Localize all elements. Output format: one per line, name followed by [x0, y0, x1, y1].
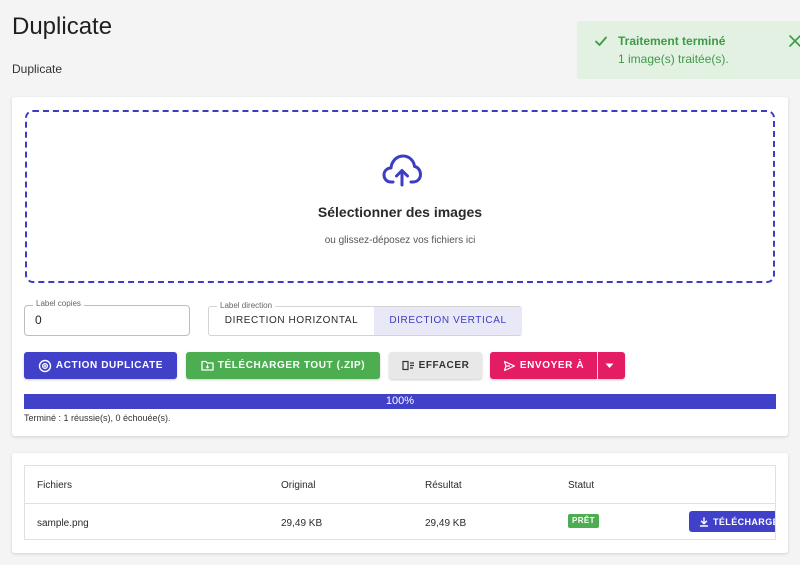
success-toast: Traitement terminé 1 image(s) traitée(s)…: [577, 21, 800, 79]
send-icon: [503, 360, 515, 371]
clear-list-icon: [401, 360, 414, 371]
image-dropzone[interactable]: Sélectionner des images ou glissez-dépos…: [25, 110, 775, 283]
toast-title: Traitement terminé: [618, 34, 726, 48]
send-to-dropdown-button[interactable]: [598, 352, 625, 379]
clear-button[interactable]: EFFACER: [389, 352, 482, 379]
status-summary: Terminé : 1 réussie(s), 0 échouée(s).: [24, 413, 171, 423]
plus-circle-icon: [38, 359, 52, 372]
caret-down-icon: [605, 363, 614, 368]
column-header-status: Statut: [568, 480, 595, 491]
column-header-result: Résultat: [425, 480, 462, 491]
download-file-label: TÉLÉCHARGER: [713, 516, 775, 527]
copies-input[interactable]: [35, 313, 175, 327]
download-icon: [699, 516, 709, 527]
original-size: 29,49 KB: [281, 518, 323, 529]
action-duplicate-button[interactable]: ACTION DUPLICATE: [24, 352, 177, 379]
direction-vertical-button[interactable]: DIRECTION VERTICAL: [374, 307, 522, 335]
column-header-files: Fichiers: [37, 480, 73, 491]
download-all-zip-button[interactable]: TÉLÉCHARGER TOUT (.ZIP): [186, 352, 380, 379]
clear-label: EFFACER: [418, 360, 470, 371]
column-header-original: Original: [281, 480, 316, 491]
action-duplicate-label: ACTION DUPLICATE: [55, 360, 164, 371]
page-title: Duplicate: [12, 13, 113, 40]
header-divider: [25, 503, 775, 504]
copies-field: Label copies: [24, 299, 190, 336]
page-subtitle: Duplicate: [12, 62, 63, 76]
close-icon[interactable]: [788, 34, 800, 48]
direction-toggle-group: Label direction DIRECTION HORIZONTAL DIR…: [208, 301, 522, 336]
direction-horizontal-button[interactable]: DIRECTION HORIZONTAL: [209, 307, 374, 335]
send-to-label: ENVOYER À: [519, 360, 585, 371]
progress-bar: 100%: [24, 394, 776, 409]
folder-download-icon: [201, 360, 214, 371]
result-size: 29,49 KB: [425, 518, 467, 529]
progress-text: 100%: [385, 395, 415, 407]
download-file-button[interactable]: TÉLÉCHARGER: [689, 511, 775, 532]
upload-card: Sélectionner des images ou glissez-dépos…: [12, 97, 788, 436]
toast-message: 1 image(s) traitée(s).: [618, 52, 729, 66]
send-to-button[interactable]: ENVOYER À: [490, 352, 597, 379]
cloud-upload-icon: [382, 154, 422, 187]
file-name: sample.png: [37, 518, 89, 529]
dropzone-subtitle: ou glissez-déposez vos fichiers ici: [324, 235, 476, 246]
copies-field-label: Label copies: [33, 299, 84, 308]
check-icon: [595, 36, 607, 46]
dropzone-title: Sélectionner des images: [317, 204, 483, 220]
files-table: Fichiers Original Résultat Statut sample…: [24, 465, 776, 540]
files-card: Fichiers Original Résultat Statut sample…: [12, 453, 788, 553]
status-badge: PRÊT: [568, 514, 599, 528]
download-all-zip-label: TÉLÉCHARGER TOUT (.ZIP): [217, 360, 366, 371]
